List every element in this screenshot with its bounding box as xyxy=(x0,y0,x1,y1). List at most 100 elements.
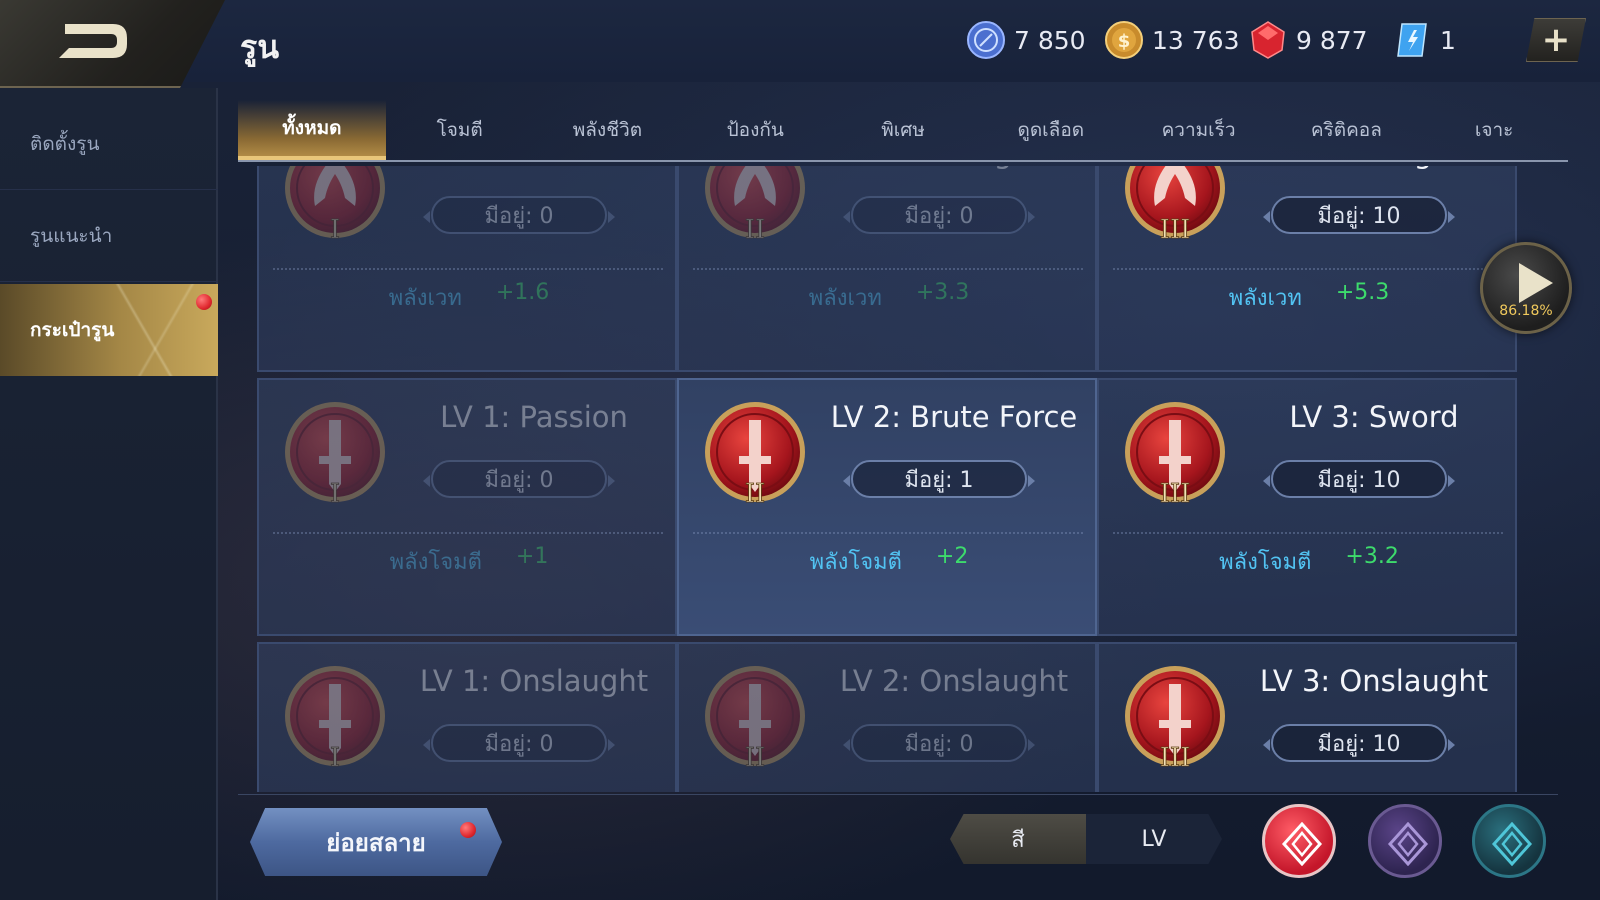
rune-card[interactable]: II LV 2: Sage มีอยู่: 0 พลังเวท +3.3 xyxy=(677,166,1097,372)
currency-blue-coin: 7 850 xyxy=(966,20,1086,60)
sidebar-item-label: รูนแนะนำ xyxy=(30,224,113,247)
tab-penetration[interactable]: เจาะ xyxy=(1420,100,1568,160)
sidebar-item-recommended-rune[interactable]: รูนแนะนำ xyxy=(0,190,218,282)
svg-text:II: II xyxy=(745,743,766,770)
play-icon xyxy=(1519,263,1553,303)
rune-title: LV 2: Onslaught xyxy=(839,664,1069,698)
rune-stat: พลังเวท +5.3 xyxy=(1099,280,1519,315)
stat-value: +3.2 xyxy=(1345,544,1399,569)
tab-lifesteal[interactable]: ดูดเลือด xyxy=(977,100,1125,160)
owned-count: มีอยู่: 0 xyxy=(423,460,615,498)
blue-coin-icon xyxy=(967,21,1005,59)
sword-rune-icon: III xyxy=(1121,398,1229,509)
sword-rune-icon: I xyxy=(281,398,389,509)
svg-text:II: II xyxy=(745,215,766,242)
sword-rune-icon: I xyxy=(281,662,389,773)
card-divider xyxy=(1113,268,1503,270)
sort-by-level[interactable]: LV xyxy=(1086,814,1222,864)
stat-value: +1 xyxy=(515,544,549,569)
gold-coin-amount: 13 763 xyxy=(1152,25,1240,55)
stat-name: พลังโจมตี xyxy=(1219,550,1312,575)
tab-defense[interactable]: ป้องกัน xyxy=(681,100,829,160)
tab-health[interactable]: พลังชีวิต xyxy=(534,100,682,160)
currency-blue-crystal: 1 xyxy=(1392,20,1456,60)
card-divider xyxy=(273,532,663,534)
play-progress-percent: 86.18% xyxy=(1499,303,1553,319)
filter-purple-rune-button[interactable] xyxy=(1368,804,1442,878)
curse-rune-icon: II xyxy=(701,166,809,245)
rune-card[interactable]: I LV 1: Onslaught มีอยู่: 0 xyxy=(257,642,677,792)
rune-title: LV 2: Sage xyxy=(819,166,1089,170)
red-gem-icon xyxy=(1251,21,1285,59)
rune-grid: ILV 1: Curseมีอยู่: 0พลังเวท+1.6IILV 2: … xyxy=(257,166,1535,792)
owned-count: มีอยู่: 0 xyxy=(843,724,1035,762)
blue-coin-amount: 7 850 xyxy=(1014,25,1086,55)
red-rune-filter-icon xyxy=(1281,822,1323,866)
back-arrow-icon xyxy=(59,24,127,58)
stat-value: +5.3 xyxy=(1335,280,1390,305)
blue-crystal-icon xyxy=(1397,23,1427,57)
tab-critical[interactable]: คริติคอล xyxy=(1272,100,1420,160)
curse-rune-icon: III xyxy=(1121,166,1229,245)
rune-card[interactable]: III LV 3: Sword มีอยู่: 10 พลังโจมตี +3.2 xyxy=(1097,378,1517,636)
rune-stat: พลังเวท +3.3 xyxy=(679,280,1099,315)
tab-special[interactable]: พิเศษ xyxy=(829,100,977,160)
dismantle-label: ย่อยสลาย xyxy=(326,828,426,857)
svg-text:I: I xyxy=(330,479,340,506)
card-divider xyxy=(1113,532,1503,534)
rune-title: LV 1: Curse xyxy=(399,166,669,170)
sidebar: ติดตั้งรูน รูนแนะนำ กระเป๋ารูน xyxy=(0,88,218,900)
tab-attack[interactable]: โจมตี xyxy=(386,100,534,160)
tab-speed[interactable]: ความเร็ว xyxy=(1125,100,1273,160)
rune-card[interactable]: I LV 1: Passion มีอยู่: 0 พลังโจมตี +1 xyxy=(257,378,677,636)
sort-toggle: สี LV xyxy=(950,814,1222,864)
play-button[interactable]: 86.18% xyxy=(1480,242,1572,334)
stat-name: พลังเวท xyxy=(388,286,462,311)
stat-value: +1.6 xyxy=(495,280,550,305)
stat-value: +2 xyxy=(935,544,969,569)
svg-text:III: III xyxy=(1160,479,1191,506)
tab-all[interactable]: ทั้งหมด xyxy=(238,100,386,160)
blue-crystal-amount: 1 xyxy=(1440,25,1456,55)
rune-title: LV 1: Passion xyxy=(440,400,628,434)
svg-text:III: III xyxy=(1160,743,1191,770)
rune-card[interactable]: III LV 3: Sage มีอยู่: 10 พลังเวท +5.3 xyxy=(1097,166,1517,372)
rune-card[interactable]: II LV 2: Onslaught มีอยู่: 0 xyxy=(677,642,1097,792)
owned-count: มีอยู่: 10 xyxy=(1263,460,1455,498)
sidebar-item-rune-bag[interactable]: กระเป๋ารูน xyxy=(0,284,218,376)
rune-card[interactable]: I LV 1: Curse มีอยู่: 0 พลังเวท +1.6 xyxy=(257,166,677,372)
sword-rune-icon: II xyxy=(701,662,809,773)
filter-cyan-rune-button[interactable] xyxy=(1472,804,1546,878)
bottom-divider xyxy=(238,794,1558,795)
rune-card[interactable]: II LV 2: Brute Force มีอยู่: 1 พลังโจมตี +2 xyxy=(677,378,1097,636)
card-divider xyxy=(693,268,1083,270)
dismantle-button[interactable]: ย่อยสลาย xyxy=(250,808,502,876)
rune-stat: พลังโจมตี +2 xyxy=(679,544,1099,579)
notification-dot xyxy=(460,822,476,838)
cyan-rune-filter-icon xyxy=(1491,822,1533,866)
card-divider xyxy=(693,532,1083,534)
owned-count: มีอยู่: 0 xyxy=(423,724,615,762)
currency-red-gem: 9 877 xyxy=(1248,20,1368,60)
owned-count: มีอยู่: 10 xyxy=(1263,196,1455,234)
svg-text:I: I xyxy=(330,743,340,770)
owned-count: มีอยู่: 0 xyxy=(423,196,615,234)
stat-name: พลังโจมตี xyxy=(809,550,902,575)
add-currency-button[interactable]: + xyxy=(1526,18,1586,62)
stat-name: พลังโจมตี xyxy=(389,550,482,575)
rune-title: LV 3: Sage xyxy=(1239,166,1509,170)
rune-title: LV 3: Sword xyxy=(1289,400,1459,434)
rune-card[interactable]: III LV 3: Onslaught มีอยู่: 10 xyxy=(1097,642,1517,792)
svg-text:$: $ xyxy=(1118,31,1131,52)
card-divider xyxy=(273,268,663,270)
rune-title: LV 1: Onslaught xyxy=(419,664,649,698)
filter-red-rune-button[interactable] xyxy=(1262,804,1336,878)
sword-rune-icon: III xyxy=(1121,662,1229,773)
rune-stat: พลังโจมตี +1 xyxy=(259,544,679,579)
sword-rune-icon: II xyxy=(701,398,809,509)
sort-by-color[interactable]: สี xyxy=(950,814,1086,864)
rune-title: LV 3: Onslaught xyxy=(1259,664,1489,698)
sidebar-item-install-rune[interactable]: ติดตั้งรูน xyxy=(0,98,218,190)
svg-text:I: I xyxy=(330,215,340,242)
category-tabs: ทั้งหมด โจมตี พลังชีวิต ป้องกัน พิเศษ ดู… xyxy=(238,100,1568,162)
